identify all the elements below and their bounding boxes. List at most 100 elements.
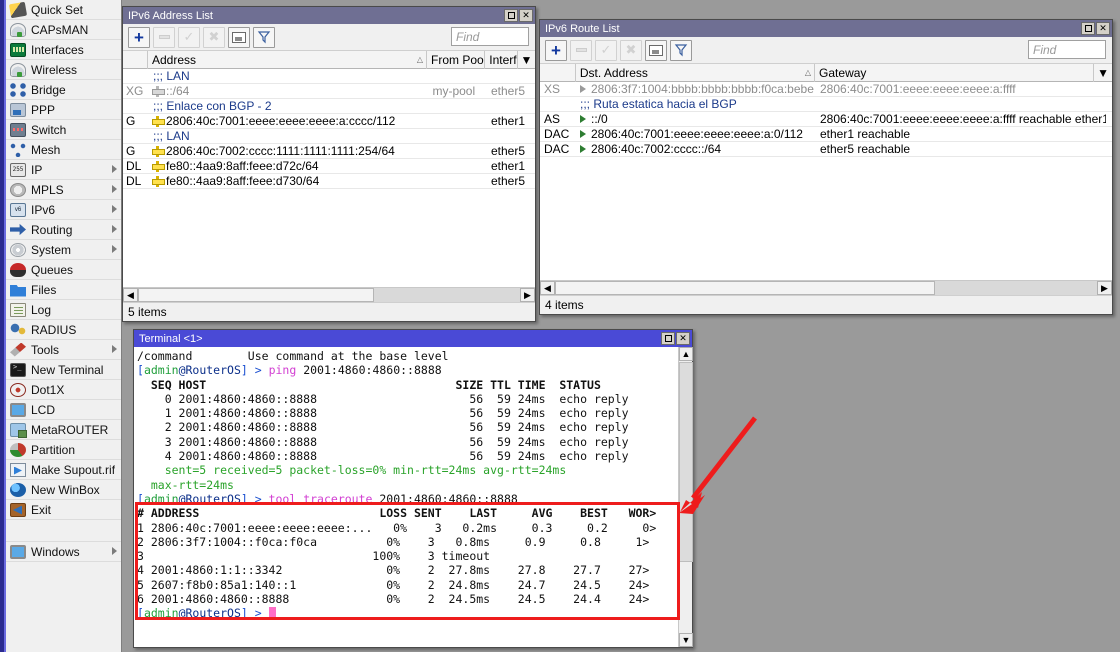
table-row[interactable]: AS::/02806:40c:7001:eeee:eeee:eeee:a:fff… (540, 112, 1112, 127)
lcd-icon (10, 403, 26, 417)
sidebar-item-quick-set[interactable]: Quick Set (6, 0, 121, 20)
terminal-titlebar[interactable]: Terminal <1> ✕ (134, 330, 692, 347)
disable-route-button[interactable]: ✖ (620, 40, 642, 61)
sidebar-item-files[interactable]: Files (6, 280, 121, 300)
route-comment-button[interactable] (645, 40, 667, 61)
table-row[interactable]: XS2806:3f7:1004:bbbb:bbbb:bbbb:f0ca:bebe… (540, 82, 1112, 97)
route-hscroll-right-arrow[interactable]: ▶ (1097, 281, 1112, 295)
sidebar-item-switch[interactable]: Switch (6, 120, 121, 140)
sidebar-item-lcd[interactable]: LCD (6, 400, 121, 420)
route-column-headers: Dst. Address Gateway ▼ (540, 64, 1112, 82)
terminal-vscrollbar[interactable]: ▲ ▼ (678, 347, 692, 647)
sidebar-item-mesh[interactable]: Mesh (6, 140, 121, 160)
route-filter-icon[interactable] (670, 40, 692, 61)
table-row[interactable]: DLfe80::4aa9:8aff:feee:d72c/64ether1 (123, 159, 535, 174)
sidebar-item-ppp[interactable]: PPP (6, 100, 121, 120)
sidebar-item-queues[interactable]: Queues (6, 260, 121, 280)
address-col-flags[interactable] (123, 51, 148, 69)
sidebar-item-metarouter[interactable]: MetaROUTER (6, 420, 121, 440)
comment-button[interactable] (228, 27, 250, 48)
disable-address-button[interactable]: ✖ (203, 27, 225, 48)
terminal-maximize-button[interactable] (661, 332, 675, 345)
route-col-flags[interactable] (540, 64, 576, 82)
row-flags: G (123, 144, 148, 159)
table-row[interactable]: G2806:40c:7001:eeee:eeee:eeee:a:cccc/112… (123, 114, 535, 129)
sidebar-item-bridge[interactable]: Bridge (6, 80, 121, 100)
terminal-scroll-down-button[interactable]: ▼ (679, 633, 693, 647)
terminal-line: 6 2001:4860:4860::8888 0% 2 24.5ms 24.5 … (137, 592, 675, 606)
route-hscroll-left-arrow[interactable]: ◀ (540, 281, 555, 295)
remove-route-button[interactable] (570, 40, 592, 61)
address-column-menu-icon[interactable]: ▼ (518, 51, 535, 69)
terminal-line: [admin@RouterOS] > tool traceroute 2001:… (137, 492, 675, 506)
sidebar-item-tools[interactable]: Tools (6, 340, 121, 360)
route-window-titlebar[interactable]: IPv6 Route List ✕ (540, 20, 1112, 37)
table-row[interactable]: DAC2806:40c:7001:eeee:eeee:eeee:a:0/112e… (540, 127, 1112, 142)
sidebar-item-capsman[interactable]: CAPsMAN (6, 20, 121, 40)
comment-row[interactable]: ;;; LAN (123, 129, 535, 144)
address-hscroll-thumb[interactable] (138, 288, 374, 302)
sidebar-item-log[interactable]: Log (6, 300, 121, 320)
add-address-button[interactable]: + (128, 27, 150, 48)
ipv6-address-list-window[interactable]: IPv6 Address List ✕ + ✓ ✖ Find Address F… (122, 6, 536, 322)
sidebar-item-routing[interactable]: Routing (6, 220, 121, 240)
sidebar-item-mpls[interactable]: MPLS (6, 180, 121, 200)
table-row[interactable]: XG::/64my-poolether5 (123, 84, 535, 99)
address-col-interface[interactable]: Interf (485, 51, 518, 69)
address-find-input[interactable]: Find (451, 27, 529, 46)
route-close-button[interactable]: ✕ (1096, 22, 1110, 35)
sidebar-item-exit[interactable]: Exit (6, 500, 121, 520)
chevron-right-icon (112, 245, 117, 253)
comment-row[interactable]: ;;; Enlace con BGP - 2 (123, 99, 535, 114)
address-window-titlebar[interactable]: IPv6 Address List ✕ (123, 7, 535, 24)
route-find-input[interactable]: Find (1028, 40, 1106, 59)
comment-row[interactable]: ;;; Ruta estatica hacia el BGP (540, 97, 1112, 112)
address-hscroll-left-arrow[interactable]: ◀ (123, 288, 138, 302)
add-route-button[interactable]: + (545, 40, 567, 61)
address-maximize-button[interactable] (504, 9, 518, 22)
sidebar-item-new-winbox[interactable]: New WinBox (6, 480, 121, 500)
table-row[interactable]: DAC2806:40c:7002:cccc::/64ether5 reachab… (540, 142, 1112, 157)
enable-route-button[interactable]: ✓ (595, 40, 617, 61)
sidebar-item-make-supout-rif[interactable]: Make Supout.rif (6, 460, 121, 480)
sidebar-item-partition[interactable]: Partition (6, 440, 121, 460)
route-col-dst-address[interactable]: Dst. Address (576, 64, 815, 82)
sidebar-item-dot1x[interactable]: Dot1X (6, 380, 121, 400)
sidebar-item-wireless[interactable]: Wireless (6, 60, 121, 80)
terminal-scroll-thumb[interactable] (679, 362, 693, 562)
sidebar-item-new-terminal[interactable]: New Terminal (6, 360, 121, 380)
route-maximize-button[interactable] (1081, 22, 1095, 35)
terminal-cursor (269, 607, 276, 619)
address-col-frompool[interactable]: From Pool (427, 51, 485, 69)
route-hscroll-track[interactable] (555, 281, 1097, 295)
comment-row[interactable]: ;;; LAN (123, 69, 535, 84)
sidebar-item-windows[interactable]: Windows (6, 542, 121, 562)
table-row[interactable]: G2806:40c:7002:cccc:1111:1111:1111:254/6… (123, 144, 535, 159)
route-hscroll-thumb[interactable] (555, 281, 935, 295)
route-col-gateway[interactable]: Gateway (815, 64, 1094, 82)
terminal-segment: 4 2001:4860:1:1::3342 0% 2 27.8ms 27.8 2… (137, 563, 649, 577)
sidebar-item-radius[interactable]: RADIUS (6, 320, 121, 340)
sidebar-item-ipv6[interactable]: IPv6 (6, 200, 121, 220)
address-close-button[interactable]: ✕ (519, 9, 533, 22)
remove-address-button[interactable] (153, 27, 175, 48)
route-column-menu-icon[interactable]: ▼ (1094, 64, 1112, 82)
address-hscrollbar[interactable]: ◀ ▶ (123, 287, 535, 302)
ipv6-route-list-window[interactable]: IPv6 Route List ✕ + ✓ ✖ Find Dst. Addres… (539, 19, 1113, 315)
terminal-scroll-up-button[interactable]: ▲ (679, 347, 693, 361)
route-hscrollbar[interactable]: ◀ ▶ (540, 280, 1112, 295)
enable-address-button[interactable]: ✓ (178, 27, 200, 48)
address-col-address[interactable]: Address (148, 51, 427, 69)
address-value: fe80::4aa9:8aff:feee:d72c/64 (166, 159, 319, 173)
sidebar-item-system[interactable]: System (6, 240, 121, 260)
table-row[interactable]: DLfe80::4aa9:8aff:feee:d730/64ether5 (123, 174, 535, 189)
terminal-line: 3 2001:4860:4860::8888 56 59 24ms echo r… (137, 435, 675, 449)
terminal-close-button[interactable]: ✕ (676, 332, 690, 345)
sidebar-item-interfaces[interactable]: Interfaces (6, 40, 121, 60)
address-hscroll-track[interactable] (138, 288, 520, 302)
terminal-window[interactable]: Terminal <1> ✕ /command Use command at t… (133, 329, 693, 648)
terminal-output-area[interactable]: /command Use command at the base level[a… (134, 347, 692, 647)
sidebar-item-ip[interactable]: IP (6, 160, 121, 180)
filter-icon[interactable] (253, 27, 275, 48)
address-hscroll-right-arrow[interactable]: ▶ (520, 288, 535, 302)
